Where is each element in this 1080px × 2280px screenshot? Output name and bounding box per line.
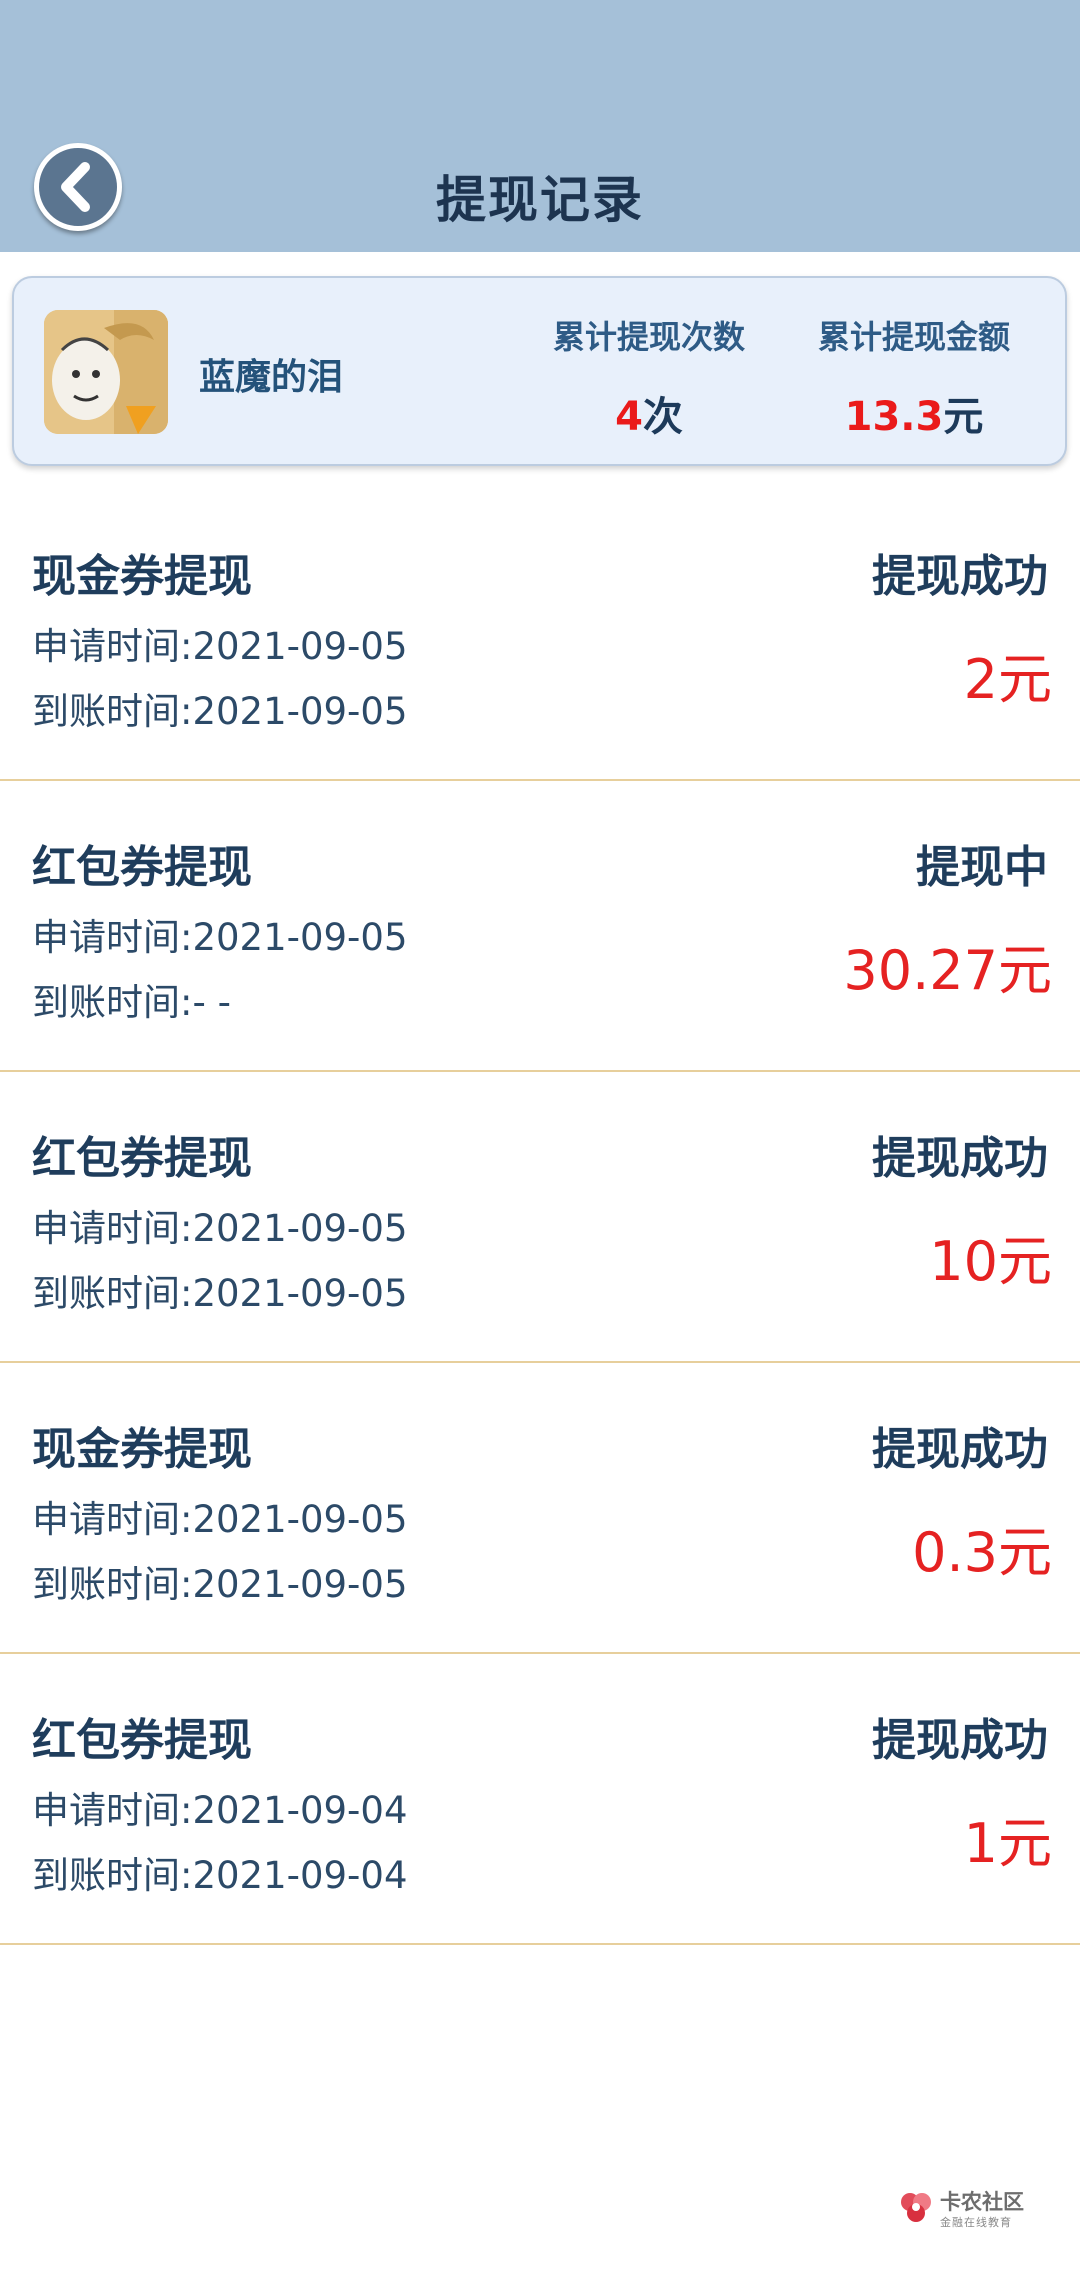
record-arrive-time: 到账时间:- - (32, 981, 231, 1024)
record-type: 红包券提现 (32, 842, 252, 893)
withdraw-count-value: 4次 (529, 384, 769, 442)
withdraw-count-stat: 累计提现次数 4次 (529, 312, 769, 442)
watermark-title: 卡农社区 (940, 2190, 1024, 2214)
page-title: 提现记录 (436, 171, 644, 229)
withdraw-record[interactable]: 现金券提现 提现成功 申请时间:2021-09-05 到账时间:2021-09-… (0, 490, 1080, 781)
record-status: 提现成功 (872, 1424, 1048, 1475)
watermark-subtitle: 金融在线教育 (940, 2216, 1012, 2229)
withdraw-amount-stat: 累计提现金额 13.3元 (789, 312, 1039, 442)
summary-card: 蓝魔的泪 累计提现次数 4次 累计提现金额 13.3元 (12, 276, 1067, 466)
record-arrive-time: 到账时间:2021-09-04 (32, 1854, 408, 1897)
withdraw-count-unit: 次 (642, 394, 683, 440)
record-arrive-time: 到账时间:2021-09-05 (32, 1563, 408, 1606)
withdraw-record-list: 现金券提现 提现成功 申请时间:2021-09-05 到账时间:2021-09-… (0, 490, 1080, 1945)
header-bar: 提现记录 (0, 0, 1080, 252)
withdraw-amount-label: 累计提现金额 (817, 318, 1010, 356)
record-type: 现金券提现 (32, 551, 252, 602)
record-amount: 1元 (963, 1812, 1052, 1875)
avatar (44, 310, 168, 434)
record-amount: 2元 (963, 648, 1052, 711)
record-amount: 30.27元 (843, 939, 1052, 1002)
record-apply-time: 申请时间:2021-09-05 (32, 1207, 408, 1250)
record-arrive-time: 到账时间:2021-09-05 (32, 690, 408, 733)
record-type: 红包券提现 (32, 1715, 252, 1766)
withdraw-record[interactable]: 红包券提现 提现中 申请时间:2021-09-05 到账时间:- - 30.27… (0, 781, 1080, 1072)
watermark: 卡农社区 金融在线教育 (898, 2186, 1068, 2236)
record-type: 现金券提现 (32, 1424, 252, 1475)
record-apply-time: 申请时间:2021-09-05 (32, 1498, 408, 1541)
record-amount: 0.3元 (912, 1521, 1052, 1584)
record-apply-time: 申请时间:2021-09-05 (32, 916, 408, 959)
record-status: 提现成功 (872, 1133, 1048, 1184)
withdraw-amount-value: 13.3元 (789, 384, 1039, 442)
kanong-logo-icon (901, 2193, 931, 2222)
username: 蓝魔的泪 (199, 357, 344, 398)
record-type: 红包券提现 (32, 1133, 252, 1184)
withdraw-amount-number: 13.3 (844, 394, 944, 440)
record-status: 提现成功 (872, 551, 1048, 602)
record-status: 提现成功 (872, 1715, 1048, 1766)
withdraw-record[interactable]: 现金券提现 提现成功 申请时间:2021-09-05 到账时间:2021-09-… (0, 1363, 1080, 1654)
record-amount: 10元 (929, 1230, 1052, 1293)
record-apply-time: 申请时间:2021-09-05 (32, 625, 408, 668)
withdraw-record[interactable]: 红包券提现 提现成功 申请时间:2021-09-05 到账时间:2021-09-… (0, 1072, 1080, 1363)
record-status: 提现中 (916, 842, 1048, 893)
withdraw-amount-unit: 元 (943, 394, 984, 440)
withdraw-count-label: 累计提现次数 (552, 318, 745, 356)
record-apply-time: 申请时间:2021-09-04 (32, 1789, 408, 1832)
record-arrive-time: 到账时间:2021-09-05 (32, 1272, 408, 1315)
withdraw-record[interactable]: 红包券提现 提现成功 申请时间:2021-09-04 到账时间:2021-09-… (0, 1654, 1080, 1945)
withdraw-count-number: 4 (615, 394, 643, 440)
